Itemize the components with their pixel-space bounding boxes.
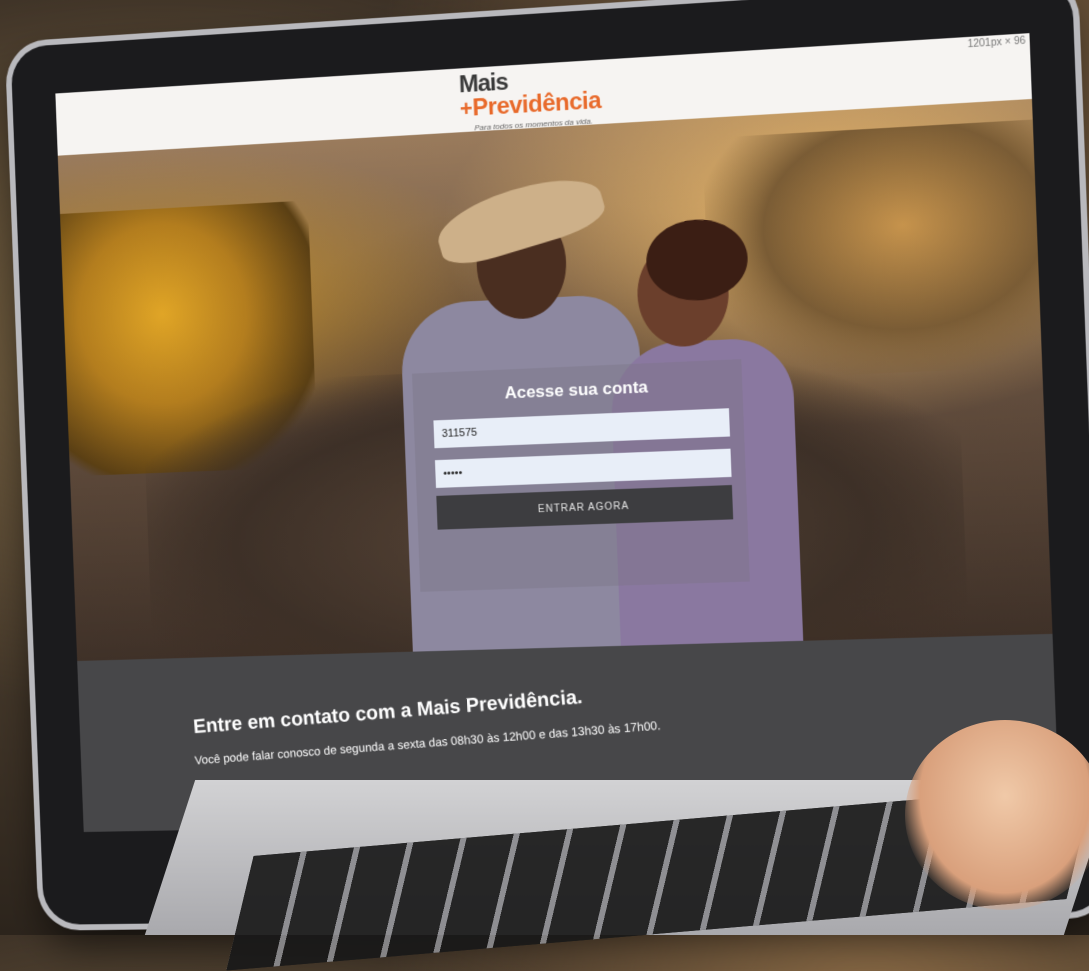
user-id-input[interactable] xyxy=(433,408,731,449)
login-title: Acesse sua conta xyxy=(504,377,649,403)
mais-previdencia-logo[interactable]: Mais +Previdência Para todos os momentos… xyxy=(458,66,601,133)
password-input[interactable] xyxy=(434,448,732,488)
resolution-label: 1201px × 96 xyxy=(967,35,1026,51)
user-hand xyxy=(905,720,1089,910)
enter-now-button[interactable]: ENTRAR AGORA xyxy=(436,485,734,530)
vineyard-right-image xyxy=(702,119,1043,381)
hero-banner: Acesse sua conta ENTRAR AGORA xyxy=(57,98,1053,727)
logo-plus-icon: + xyxy=(459,95,473,122)
laptop-screen: 1201px × 96 Mais +Previdência Para todos… xyxy=(55,33,1060,833)
login-form: Acesse sua conta ENTRAR AGORA xyxy=(411,359,750,592)
